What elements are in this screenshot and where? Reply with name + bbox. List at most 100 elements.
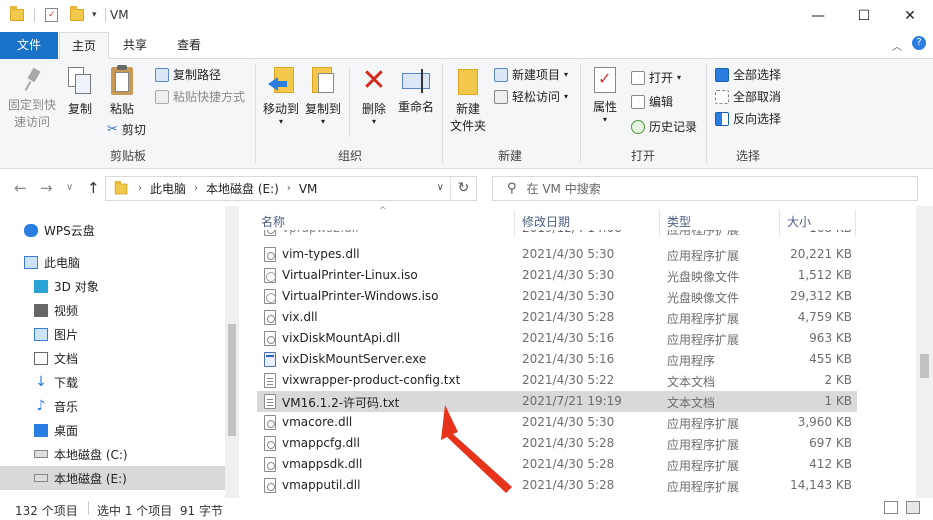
move-to-button[interactable]: 移动到 ▾ [261,65,301,126]
help-icon[interactable]: ? [912,36,926,50]
properties-button[interactable]: ✓ 属性 ▾ [586,65,624,124]
new-item-button[interactable]: 新建项目 ▾ [494,66,568,83]
properties-icon: ✓ [594,67,616,93]
rename-button[interactable]: 重命名 [396,65,436,116]
easy-access-button[interactable]: 轻松访问 ▾ [494,88,568,105]
column-header-date[interactable]: 修改日期 [522,213,570,230]
table-row[interactable]: vim-types.dll 2021/4/30 5:30 应用程序扩展 20,221 … [257,244,857,265]
tab-file[interactable]: 文件 [0,32,58,59]
history-button[interactable]: 历史记录 [631,118,697,135]
select-none-button[interactable]: 全部取消 [715,88,781,105]
file-size: 168 KB [759,230,852,235]
file-type: 应用程序扩展 [667,249,740,263]
select-all-button[interactable]: 全部选择 [715,66,781,83]
table-row[interactable]: VirtualPrinter-Linux.iso 2021/4/30 5:30 光盘… [257,265,857,286]
nav-item-wps-cloud[interactable]: WPS云盘 [24,218,247,242]
select-all-label: 全部选择 [733,68,782,82]
address-bar[interactable]: › 此电脑 › 本地磁盘 (E:) › VM ∨ ↻ [105,176,477,201]
file-size: 455 KB [809,352,852,366]
minimize-button[interactable]: — [795,0,841,32]
file-type: 应用程序扩展 [667,230,740,237]
nav-item-videos[interactable]: 视频 [34,298,257,322]
tab-home[interactable]: 主页 [59,32,110,60]
tab-share[interactable]: 共享 [111,32,159,59]
nav-scrollbar-thumb[interactable] [228,324,236,436]
paste-shortcut-button[interactable]: 粘贴快捷方式 [155,88,245,105]
nav-item-documents[interactable]: 文档 [34,346,257,370]
table-row-selected[interactable]: VM16.1.2-许可码.txt 2021/7/21 19:19 文本文档 1 KB [257,391,857,412]
new-folder-button[interactable]: 新建 文件夹 [448,65,488,135]
file-date: 2021/4/30 5:16 [522,331,615,345]
table-row[interactable]: vmappsdk.dll 2021/4/30 5:28 应用程序扩展 412 KB [257,454,857,475]
delete-button[interactable]: ✕ 删除 ▾ [356,65,392,126]
iso-file-icon [264,268,276,283]
table-row[interactable]: vixDiskMountApi.dll 2021/4/30 5:16 应用程序扩展 9… [257,328,857,349]
pin-quick-access-button[interactable]: 固定到快 速访问 [4,65,60,131]
nav-item-drive-e[interactable]: 本地磁盘 (E:) [0,466,225,490]
table-row[interactable]: vmacore.dll 2021/4/30 5:30 应用程序扩展 3,960 KB [257,412,857,433]
back-icon[interactable]: ← [14,179,27,197]
column-header-type[interactable]: 类型 [667,213,691,230]
file-type: 文本文档 [667,396,716,410]
details-view-icon[interactable] [884,501,898,514]
nav-item-music[interactable]: ♪ 音乐 [34,394,257,418]
file-date: 2021/4/30 5:30 [522,247,615,261]
download-icon: ↓ [35,373,47,390]
nav-item-pictures[interactable]: 图片 [34,322,257,346]
nav-item-drive-c[interactable]: 本地磁盘 (C:) [34,442,257,466]
maximize-button[interactable]: ☐ [841,0,887,32]
refresh-icon[interactable]: ↻ [450,177,476,200]
file-size: 20,221 KB [790,247,852,261]
up-icon[interactable]: ↑ [87,179,100,197]
file-list-scrollbar-thumb[interactable] [920,354,929,378]
recent-locations-icon[interactable]: ∨ [66,182,73,193]
breadcrumb-drive-e[interactable]: 本地磁盘 (E:) [206,180,279,197]
table-row[interactable]: vixDiskMountServer.exe 2021/4/30 5:16 应用程序… [257,349,857,370]
collapse-ribbon-icon[interactable]: ︿ [892,38,902,53]
file-name: vixDiskMountApi.dll [282,331,401,345]
table-row[interactable]: vmapputil.dll 2021/4/30 5:28 应用程序扩展 14,143 … [257,475,857,496]
invert-selection-button[interactable]: 反向选择 [715,110,781,127]
nav-item-this-pc[interactable]: 此电脑 [24,250,247,274]
new-folder-quick-icon[interactable] [70,6,84,21]
column-header-name[interactable]: 名称 [261,213,285,230]
nav-item-desktop[interactable]: 桌面 [34,418,257,442]
close-button[interactable]: ✕ [887,0,933,32]
forward-icon[interactable]: → [40,179,53,197]
nav-item-downloads[interactable]: ↓ 下载 [34,370,257,394]
breadcrumb-vm[interactable]: VM [299,182,318,196]
copy-to-button[interactable]: 复制到 ▾ [303,65,343,126]
edit-button[interactable]: 编辑 [631,93,673,110]
cut-button[interactable]: ✂ 剪切 [107,121,146,138]
qat-dropdown-icon[interactable]: ▾ [92,10,97,20]
table-row[interactable]: vix.dll 2021/4/30 5:28 应用程序扩展 4,759 KB [257,307,857,328]
open-button[interactable]: 打开 ▾ [631,69,681,86]
breadcrumb-this-pc[interactable]: 此电脑 [150,180,186,197]
nav-item-3d-objects[interactable]: 3D 对象 [34,274,257,298]
address-dropdown-icon[interactable]: ∨ [437,182,444,193]
copy-button[interactable]: 复制 [62,65,98,118]
table-row[interactable]: VirtualPrinter-Windows.iso 2021/4/30 5:30… [257,286,857,307]
file-name: vmappcfg.dll [282,436,360,450]
table-row[interactable]: vixwrapper-product-config.txt 2021/4/30 5… [257,370,857,391]
title-bar: ✓ ▾ VM — ☐ ✕ [0,0,933,32]
column-header-size[interactable]: 大小 [787,213,811,230]
file-type: 应用程序扩展 [667,438,740,452]
paste-button[interactable]: 粘贴 [104,65,140,118]
copy-path-label: 复制路径 [173,68,222,82]
music-icon: ♪ [36,397,46,414]
large-icons-view-icon[interactable] [906,501,920,514]
search-box[interactable]: ⚲ 在 VM 中搜索 [492,176,918,201]
file-list-scrollbar[interactable] [916,206,933,498]
table-row-clipped[interactable]: vprapws2.dll 2019/12/4 14:08 应用程序扩展 168 … [257,230,857,240]
rename-label: 重命名 [397,100,434,114]
file-date: 2021/4/30 5:28 [522,457,615,471]
nav-scrollbar[interactable] [225,206,239,498]
copy-path-button[interactable]: 复制路径 [155,66,221,83]
file-type: 应用程序扩展 [667,312,740,326]
tab-view[interactable]: 查看 [165,32,213,59]
properties-quick-icon[interactable]: ✓ [45,8,58,22]
ribbon-home: 固定到快 速访问 复制 粘贴 复制路径 粘贴快捷方式 ✂ 剪切 剪贴板 移动到 ▾… [0,59,933,169]
table-row[interactable]: vmappcfg.dll 2021/4/30 5:28 应用程序扩展 697 KB [257,433,857,454]
properties-dropdown-icon: ▾ [602,115,607,124]
